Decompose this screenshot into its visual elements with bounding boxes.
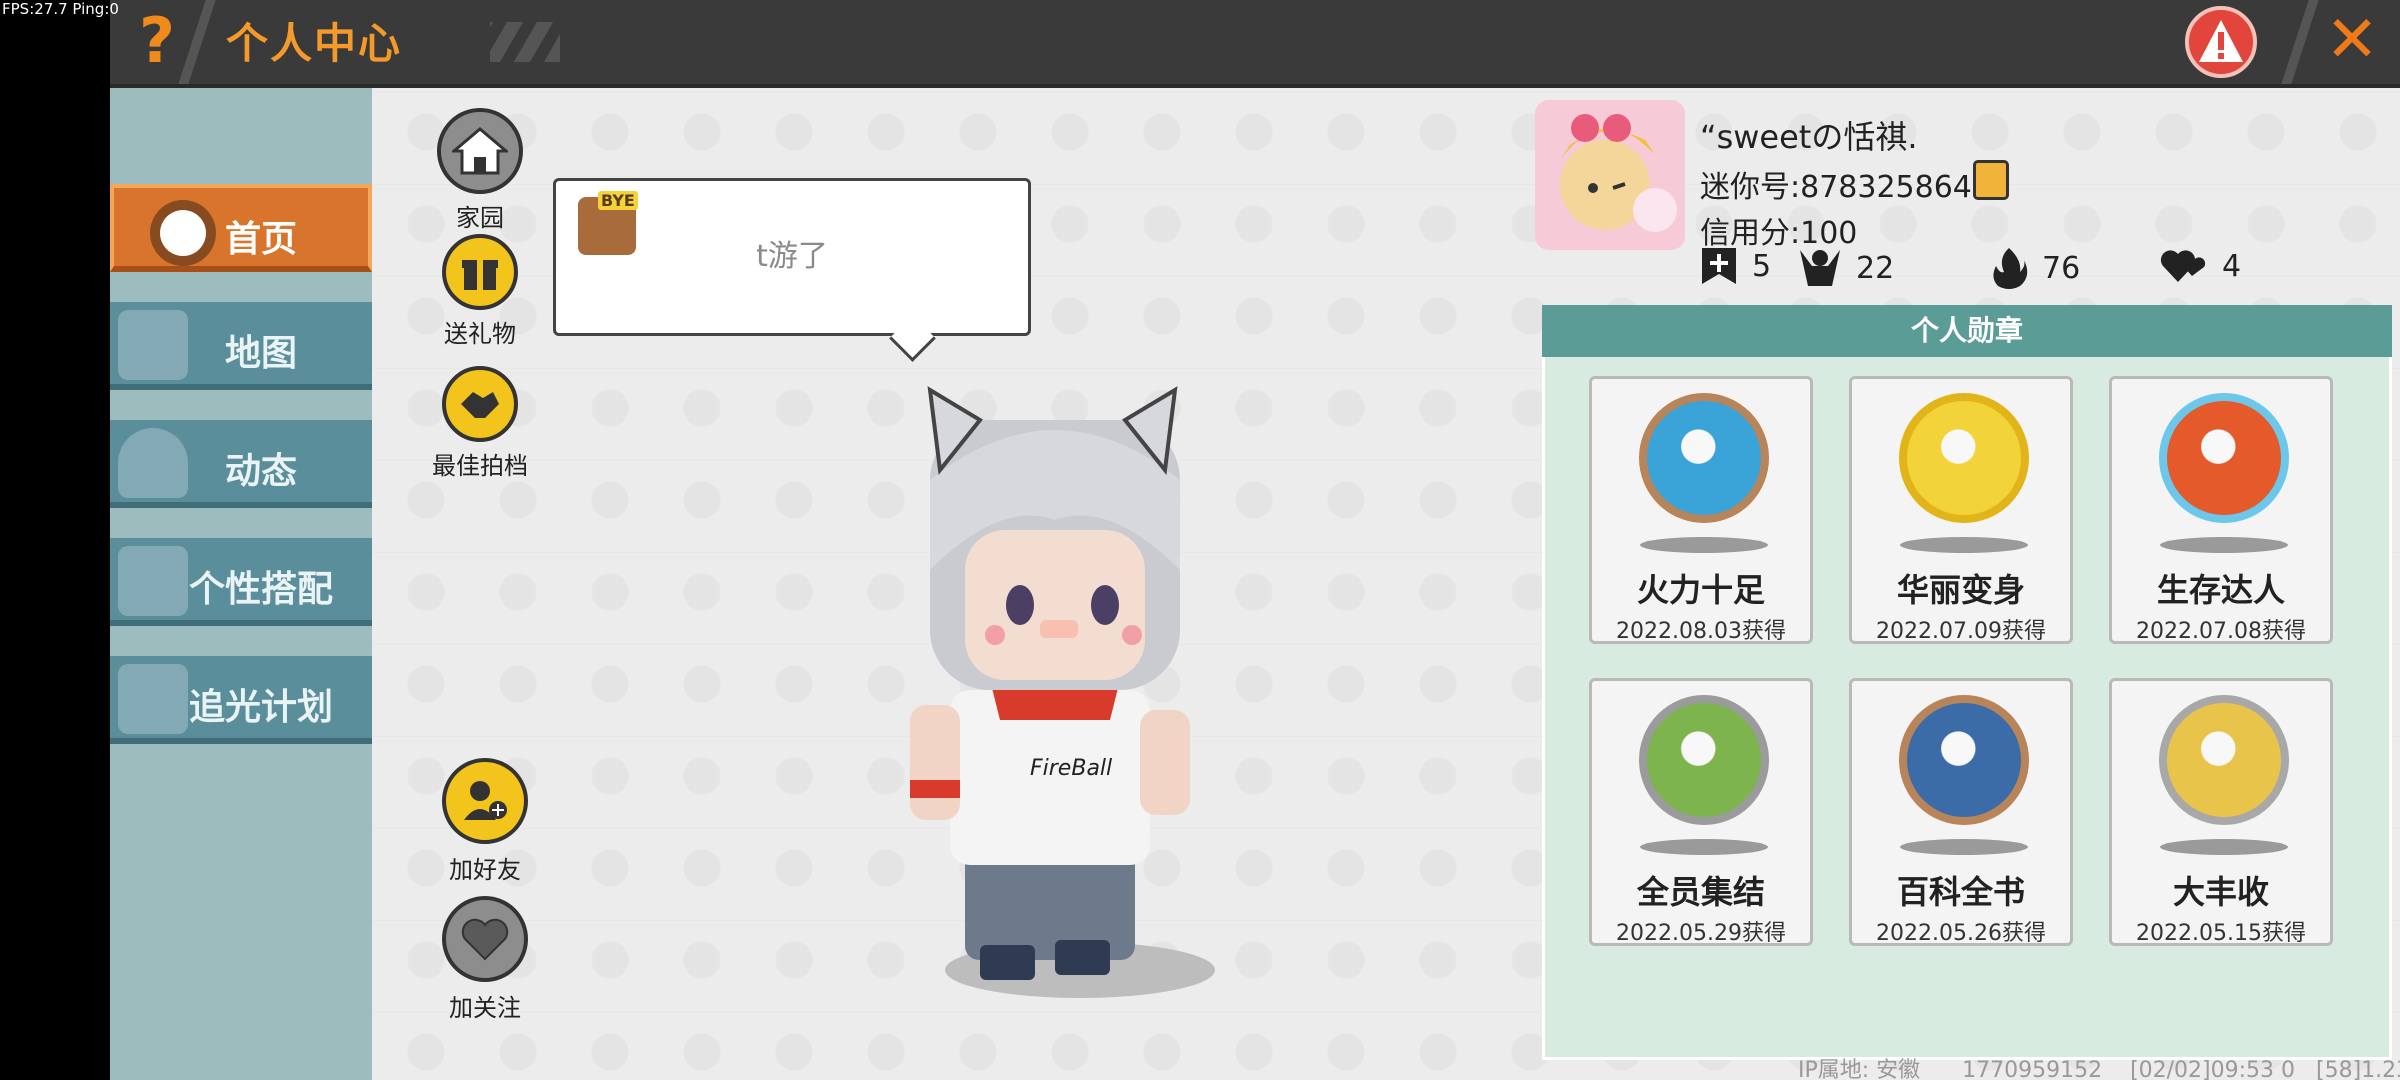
medal-panel-title: 个人勋章 bbox=[1542, 305, 2392, 357]
fans-stat: 22 bbox=[1798, 246, 1894, 290]
medal-shadow bbox=[1900, 839, 2028, 855]
medal-shadow bbox=[1900, 537, 2028, 553]
handshake-icon bbox=[442, 366, 518, 442]
sidebar-item-feed[interactable]: 动态 bbox=[110, 420, 372, 508]
medal-card[interactable]: 火力十足 2022.08.03获得 bbox=[1589, 376, 1813, 644]
help-button[interactable]: ? bbox=[128, 6, 186, 76]
sidebar-item-label: 首页 bbox=[224, 219, 297, 260]
gift-icon bbox=[442, 234, 518, 310]
fps-readout: FPS:27.7 Ping:0 bbox=[2, 0, 119, 18]
close-button[interactable]: ✕ bbox=[2320, 8, 2384, 72]
medal-name: 火力十足 bbox=[1636, 571, 1765, 609]
medal-shadow bbox=[1640, 537, 1768, 553]
sidebar-item-label: 追光计划 bbox=[188, 687, 333, 728]
medal-shadow bbox=[2160, 537, 2288, 553]
medal-name: 华丽变身 bbox=[1896, 571, 2025, 609]
medal-card[interactable]: 生存达人 2022.07.08获得 bbox=[2109, 376, 2333, 644]
divider bbox=[2281, 0, 2319, 84]
best-partner-label: 最佳拍档 bbox=[432, 452, 528, 480]
follow-button[interactable]: 加关注 bbox=[425, 896, 545, 1023]
plus-stat: 5 bbox=[1700, 246, 1771, 286]
send-gift-label: 送礼物 bbox=[444, 320, 516, 348]
medal-name: 百科全书 bbox=[1896, 873, 2025, 911]
sidebar-item-label: 个性搭配 bbox=[188, 569, 333, 610]
medal-assemble-icon bbox=[1639, 695, 1769, 825]
medal-shadow bbox=[1640, 839, 1768, 855]
profile-avatar[interactable] bbox=[1535, 100, 1685, 250]
game-screen: ? 个人中心 ✕ 首页 地图 动态 个性搭配 追光计划 家园 送礼物 最佳拍档 … bbox=[110, 0, 2400, 1080]
add-friend-label: 加好友 bbox=[449, 856, 521, 884]
medal-card[interactable]: 全员集结 2022.05.29获得 bbox=[1589, 678, 1813, 946]
medal-encyclopedia-icon bbox=[1899, 695, 2029, 825]
bookmark-plus-icon bbox=[1702, 248, 1736, 284]
player-avatar[interactable]: FireBall bbox=[870, 380, 1270, 1020]
fire-icon bbox=[1993, 248, 2028, 289]
footer-info: IP属地: 安徽 1770959152 [02/02]09:53 0 [58]1… bbox=[1798, 1058, 2400, 1080]
add-friend-button[interactable]: 加好友 bbox=[425, 758, 545, 885]
home-label: 家园 bbox=[456, 204, 504, 232]
send-gift-button[interactable]: 送礼物 bbox=[420, 234, 540, 349]
medal-date: 2022.05.15获得 bbox=[2136, 921, 2306, 946]
home-button[interactable]: 家园 bbox=[420, 108, 540, 233]
fire-stat: 76 bbox=[1990, 246, 2080, 290]
profile-name: “sweetの恬祺. bbox=[1700, 118, 1918, 156]
medal-card[interactable]: 华丽变身 2022.07.09获得 bbox=[1849, 376, 2073, 644]
medal-card[interactable]: 百科全书 2022.05.26获得 bbox=[1849, 678, 2073, 946]
heart-icon bbox=[442, 896, 528, 982]
sidebar-item-label: 动态 bbox=[224, 451, 297, 492]
house-icon bbox=[437, 108, 523, 194]
top-bar: ? 个人中心 ✕ bbox=[110, 0, 2400, 88]
follow-label: 加关注 bbox=[449, 994, 521, 1022]
medal-name: 生存达人 bbox=[2156, 571, 2285, 609]
medal-date: 2022.05.29获得 bbox=[1616, 921, 1786, 946]
add-friend-icon bbox=[442, 758, 528, 844]
chat-bubble: BYE t游了 bbox=[553, 178, 1031, 362]
medal-fire-power-icon bbox=[1639, 393, 1769, 523]
medal-card[interactable]: 大丰收 2022.05.15获得 bbox=[2109, 678, 2333, 946]
medal-name: 全员集结 bbox=[1636, 873, 1765, 911]
best-partner-button[interactable]: 最佳拍档 bbox=[410, 366, 550, 481]
medal-date: 2022.08.03获得 bbox=[1616, 619, 1786, 644]
page-title: 个人中心 bbox=[226, 19, 403, 68]
bubble-tail bbox=[889, 315, 936, 362]
medal-date: 2022.07.09获得 bbox=[1876, 619, 2046, 644]
copy-icon[interactable] bbox=[1973, 160, 2009, 200]
medal-name: 大丰收 bbox=[2172, 873, 2269, 911]
report-button[interactable] bbox=[2185, 6, 2257, 78]
warning-icon bbox=[2199, 20, 2243, 62]
medal-date: 2022.05.26获得 bbox=[1876, 921, 2046, 946]
chat-message: t游了 bbox=[756, 239, 828, 274]
fans-icon bbox=[1800, 250, 1840, 286]
likes-stat: 4 bbox=[2160, 246, 2241, 286]
hearts-icon bbox=[2160, 250, 2206, 282]
sidebar-item-label: 地图 bbox=[224, 333, 297, 374]
medal-shadow bbox=[2160, 839, 2288, 855]
sidebar-item-map[interactable]: 地图 bbox=[110, 302, 372, 390]
sidebar-item-home[interactable]: 首页 bbox=[110, 184, 372, 272]
medal-harvest-icon bbox=[2159, 695, 2289, 825]
medal-transform-icon bbox=[1899, 393, 2029, 523]
sidebar-item-plan[interactable]: 追光计划 bbox=[110, 656, 372, 744]
profile-id: 迷你号:878325864 bbox=[1700, 170, 1972, 205]
sidebar: 首页 地图 动态 个性搭配 追光计划 bbox=[110, 88, 372, 1080]
decorative-stripes bbox=[490, 22, 560, 62]
medal-survival-icon bbox=[2159, 393, 2289, 523]
svg-text:FireBall: FireBall bbox=[1030, 756, 1112, 781]
medal-date: 2022.07.08获得 bbox=[2136, 619, 2306, 644]
sidebar-item-outfit[interactable]: 个性搭配 bbox=[110, 538, 372, 626]
